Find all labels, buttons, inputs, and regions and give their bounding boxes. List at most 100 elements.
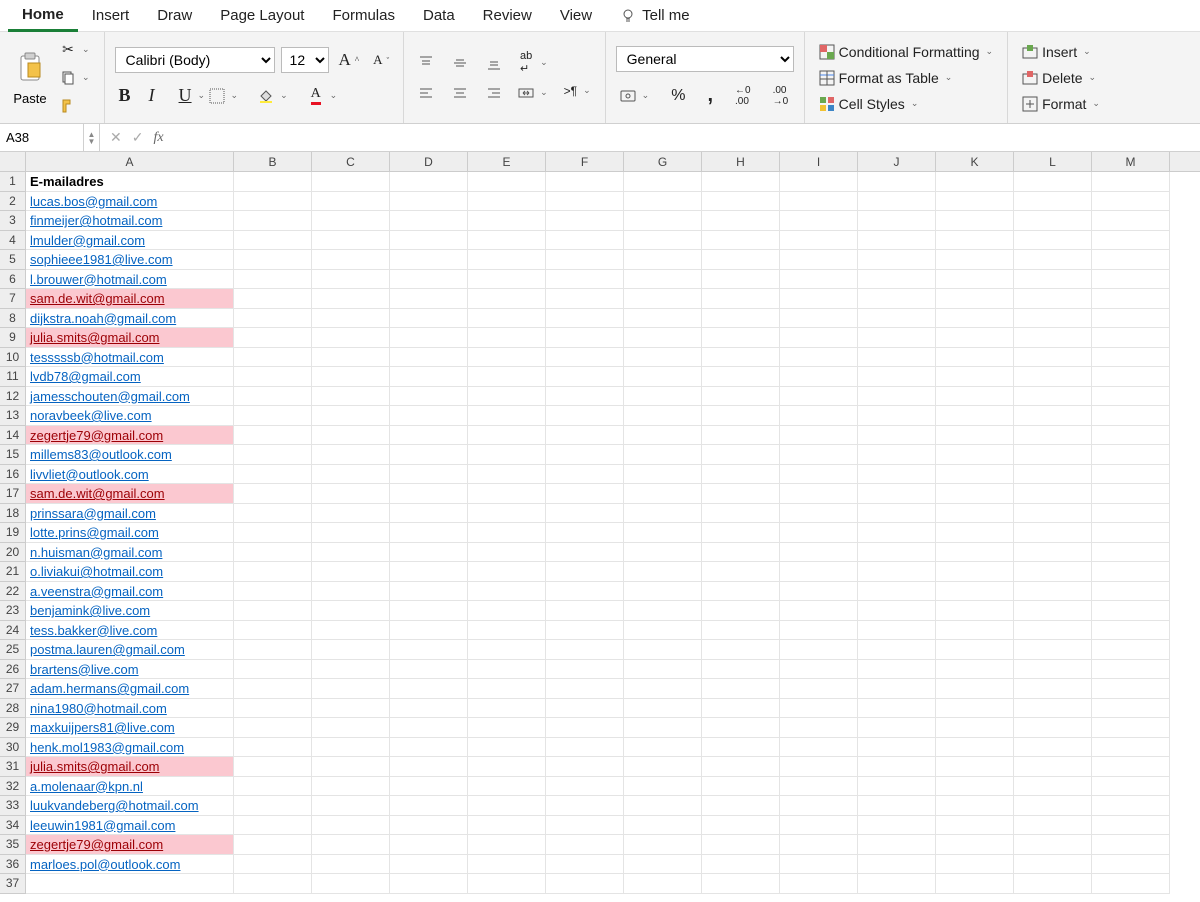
cell-K12[interactable] [936,387,1014,407]
cell-J17[interactable] [858,484,936,504]
cell-A20[interactable]: n.huisman@gmail.com [26,543,234,563]
cell-I9[interactable] [780,328,858,348]
cell-M22[interactable] [1092,582,1170,602]
column-header-F[interactable]: F [546,152,624,171]
cell-L23[interactable] [1014,601,1092,621]
cell-L6[interactable] [1014,270,1092,290]
cell-A28[interactable]: nina1980@hotmail.com [26,699,234,719]
cell-C15[interactable] [312,445,390,465]
paste-button[interactable] [10,49,50,85]
cell-F35[interactable] [546,835,624,855]
cell-L2[interactable] [1014,192,1092,212]
cell-D16[interactable] [390,465,468,485]
cell-I5[interactable] [780,250,858,270]
cell-A2[interactable]: lucas.bos@gmail.com [26,192,234,212]
cell-F6[interactable] [546,270,624,290]
cell-H7[interactable] [702,289,780,309]
cell-L27[interactable] [1014,679,1092,699]
cell-I20[interactable] [780,543,858,563]
cell-K18[interactable] [936,504,1014,524]
font-size-select[interactable]: 12 [281,47,329,73]
cell-H27[interactable] [702,679,780,699]
row-header-7[interactable]: 7 [0,289,26,309]
cell-K31[interactable] [936,757,1014,777]
cell-A33[interactable]: luukvandeberg@hotmail.com [26,796,234,816]
cell-A15[interactable]: millems83@outlook.com [26,445,234,465]
cell-L30[interactable] [1014,738,1092,758]
cell-E3[interactable] [468,211,546,231]
cell-J37[interactable] [858,874,936,894]
cell-C2[interactable] [312,192,390,212]
cell-J29[interactable] [858,718,936,738]
cell-L1[interactable] [1014,172,1092,192]
cell-J10[interactable] [858,348,936,368]
cell-H29[interactable] [702,718,780,738]
cell-I14[interactable] [780,426,858,446]
cell-E20[interactable] [468,543,546,563]
cell-M6[interactable] [1092,270,1170,290]
row-header-6[interactable]: 6 [0,270,26,290]
cell-E10[interactable] [468,348,546,368]
cell-I36[interactable] [780,855,858,875]
column-header-A[interactable]: A [26,152,234,171]
name-box[interactable]: A38 [0,124,84,151]
cell-I31[interactable] [780,757,858,777]
name-box-dropdown[interactable]: ▲▼ [84,124,100,151]
cell-C34[interactable] [312,816,390,836]
cell-L15[interactable] [1014,445,1092,465]
cell-C18[interactable] [312,504,390,524]
cell-L26[interactable] [1014,660,1092,680]
column-header-J[interactable]: J [858,152,936,171]
cell-L7[interactable] [1014,289,1092,309]
cell-F22[interactable] [546,582,624,602]
cell-C29[interactable] [312,718,390,738]
cell-F29[interactable] [546,718,624,738]
cell-L29[interactable] [1014,718,1092,738]
cell-C1[interactable] [312,172,390,192]
cell-E37[interactable] [468,874,546,894]
cell-B16[interactable] [234,465,312,485]
cell-G19[interactable] [624,523,702,543]
cell-I22[interactable] [780,582,858,602]
cell-K34[interactable] [936,816,1014,836]
cell-F1[interactable] [546,172,624,192]
cell-A6[interactable]: l.brouwer@hotmail.com [26,270,234,290]
cell-I10[interactable] [780,348,858,368]
grid-body[interactable]: 1E-mailadres2lucas.bos@gmail.com3finmeij… [0,172,1200,902]
column-header-E[interactable]: E [468,152,546,171]
cell-F19[interactable] [546,523,624,543]
cell-I16[interactable] [780,465,858,485]
cell-M11[interactable] [1092,367,1170,387]
cell-B35[interactable] [234,835,312,855]
cell-C3[interactable] [312,211,390,231]
cell-A14[interactable]: zegertje79@gmail.com [26,426,234,446]
cell-D31[interactable] [390,757,468,777]
cell-D24[interactable] [390,621,468,641]
cell-E26[interactable] [468,660,546,680]
row-header-33[interactable]: 33 [0,796,26,816]
cell-B23[interactable] [234,601,312,621]
cell-J24[interactable] [858,621,936,641]
cell-J33[interactable] [858,796,936,816]
cell-A16[interactable]: livvliet@outlook.com [26,465,234,485]
cell-F25[interactable] [546,640,624,660]
cell-J14[interactable] [858,426,936,446]
cell-E16[interactable] [468,465,546,485]
formula-input[interactable] [174,124,1200,151]
cell-B21[interactable] [234,562,312,582]
cell-B4[interactable] [234,231,312,251]
cell-A29[interactable]: maxkuijpers81@live.com [26,718,234,738]
cell-M34[interactable] [1092,816,1170,836]
cell-K36[interactable] [936,855,1014,875]
cell-K14[interactable] [936,426,1014,446]
percent-button[interactable]: % [667,85,689,107]
cell-G4[interactable] [624,231,702,251]
cell-M4[interactable] [1092,231,1170,251]
cell-K13[interactable] [936,406,1014,426]
cell-H5[interactable] [702,250,780,270]
cell-E2[interactable] [468,192,546,212]
row-header-5[interactable]: 5 [0,250,26,270]
cell-D26[interactable] [390,660,468,680]
align-top-button[interactable] [414,53,438,73]
cell-B30[interactable] [234,738,312,758]
